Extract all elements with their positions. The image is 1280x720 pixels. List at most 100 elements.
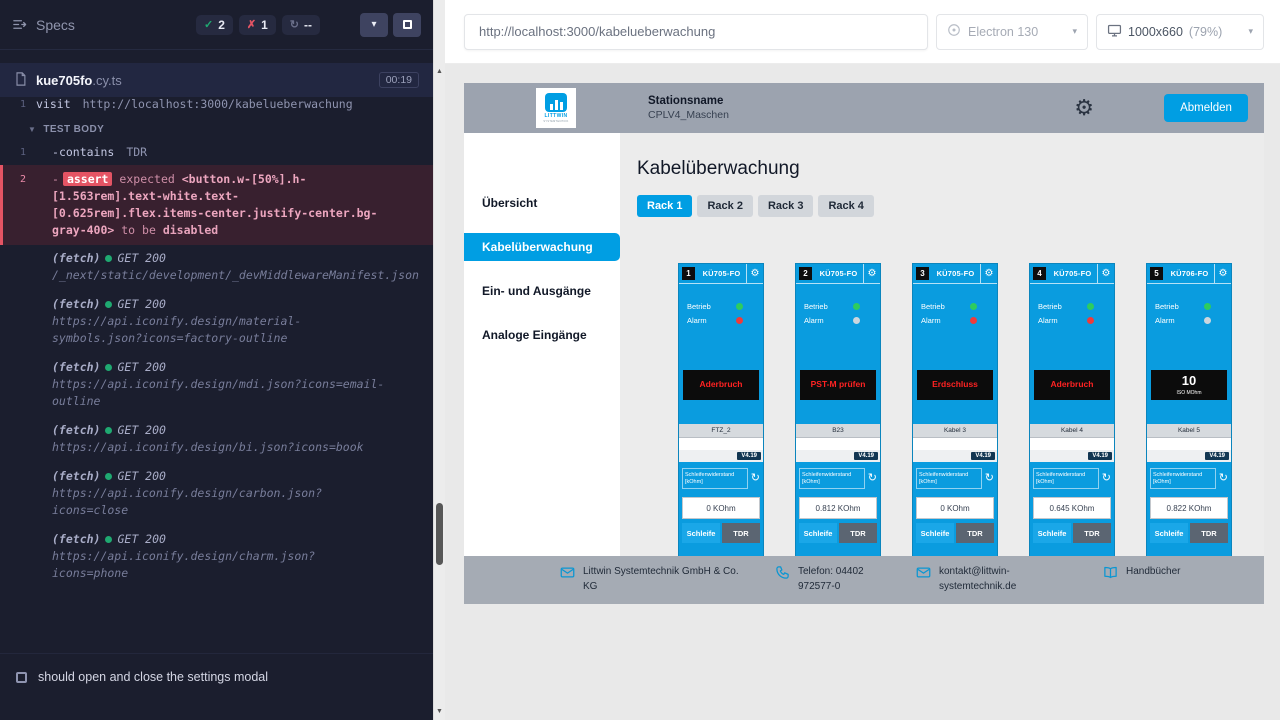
settings-gear-icon[interactable]: ⚙	[1074, 97, 1094, 119]
fetch-log-row[interactable]: (fetch) GET 200 https://api.iconify.desi…	[0, 528, 433, 591]
refresh-icon[interactable]: ↻	[1219, 473, 1228, 484]
cable-input[interactable]	[913, 437, 997, 450]
status-text: Aderbruch	[700, 380, 743, 389]
url-input[interactable]: http://localhost:3000/kabelueberwachung	[464, 14, 928, 50]
specs-button[interactable]: Specs	[12, 17, 75, 33]
footer-text: kontakt@littwin-systemtechnik.de	[939, 564, 1033, 594]
assert-badge: assert	[63, 172, 113, 186]
betrieb-led	[1087, 303, 1094, 310]
stop-tests-button[interactable]	[393, 13, 421, 37]
tdr-button[interactable]: TDR	[1190, 523, 1228, 543]
rack-tabs: Rack 1Rack 2 Rack 3Rack 4	[637, 195, 1264, 217]
sidebar-item[interactable]: Übersicht	[464, 189, 620, 217]
fetch-log-row[interactable]: (fetch) GET 200 /_next/static/developmen…	[0, 247, 433, 293]
alarm-led	[736, 317, 743, 324]
schleife-button[interactable]: Schleife	[1033, 523, 1071, 543]
logout-button[interactable]: Abmelden	[1164, 94, 1248, 122]
schleife-button[interactable]: Schleife	[916, 523, 954, 543]
tdr-button[interactable]: TDR	[722, 523, 760, 543]
browser-label: Electron 130	[968, 25, 1038, 39]
fetch-status: GET 200	[117, 468, 165, 485]
scrollbar-thumb[interactable]	[436, 503, 443, 565]
test-body-section[interactable]: ▼ TEST BODY	[0, 115, 433, 142]
rack-tab[interactable]: Rack 2	[697, 195, 752, 217]
card-gear-icon[interactable]: ⚙	[863, 264, 880, 283]
dash-indicator	[52, 172, 63, 186]
mail-icon	[916, 565, 931, 580]
rack-tab[interactable]: Rack 3	[758, 195, 813, 217]
schleife-button[interactable]: Schleife	[1150, 523, 1188, 543]
tdr-button[interactable]: TDR	[1073, 523, 1111, 543]
scroll-up-arrow[interactable]: ▲	[434, 68, 445, 75]
card-gear-icon[interactable]: ⚙	[980, 264, 997, 283]
next-test-row[interactable]: should open and close the settings modal	[0, 653, 433, 720]
card-gear-icon[interactable]: ⚙	[1214, 264, 1231, 283]
sidebar-item[interactable]: Ein- und Ausgänge	[464, 277, 620, 305]
alarm-led	[853, 317, 860, 324]
status-text: PST-M prüfen	[811, 380, 866, 389]
station-name: CPLV4_Maschen	[648, 109, 729, 121]
refresh-icon[interactable]: ↻	[1102, 473, 1111, 484]
station-label: Stationsname	[648, 95, 729, 107]
status-box: Aderbruch	[683, 370, 759, 400]
resistance-value: 0 KOhm	[682, 497, 760, 519]
spec-file-header[interactable]: kue705fo.cy.ts 00:19	[0, 63, 433, 97]
rack-tab[interactable]: Rack 4	[818, 195, 873, 217]
command-visit[interactable]: 1 visithttp://localhost:3000/kabelueberw…	[0, 97, 433, 115]
schleife-button[interactable]: Schleife	[682, 523, 720, 543]
fetch-label: (fetch)	[52, 468, 100, 485]
refresh-icon[interactable]: ↻	[751, 473, 760, 484]
station-info: Stationsname CPLV4_Maschen	[648, 95, 729, 121]
device-model: KÜ706-FO	[1165, 264, 1214, 283]
status-box: Aderbruch	[1034, 370, 1110, 400]
fetch-url: https://api.iconify.design/material-symb…	[52, 313, 387, 347]
browser-select[interactable]: Electron 130 ▾	[936, 14, 1088, 50]
schleife-button[interactable]: Schleife	[799, 523, 837, 543]
slot-number: 1	[682, 267, 695, 280]
fetch-status: GET 200	[117, 359, 165, 376]
reporter-scrollbar[interactable]: ▲ ▼	[433, 0, 445, 720]
command-assert-failed[interactable]: 2 assert expected <button.w-[50%].h-[1.5…	[0, 165, 433, 245]
cable-name: B23	[796, 424, 880, 437]
cable-input[interactable]	[1030, 437, 1114, 450]
phone-icon	[775, 565, 790, 580]
assert-to-be: to be	[121, 223, 156, 237]
cable-input[interactable]	[796, 437, 880, 450]
status-box: PST-M prüfen	[800, 370, 876, 400]
cable-name: FTZ_2	[679, 424, 763, 437]
firmware-version-badge: V4.19	[971, 452, 995, 460]
viewport-size-select[interactable]: 1000x660 (79%) ▾	[1096, 14, 1264, 50]
footer-item: Telefon: 04402 972577-0	[775, 564, 882, 594]
scroll-down-arrow[interactable]: ▼	[434, 708, 445, 715]
betrieb-led	[853, 303, 860, 310]
collapse-tests-button[interactable]: ▾	[360, 13, 388, 37]
card-gear-icon[interactable]: ⚙	[1097, 264, 1114, 283]
refresh-icon[interactable]: ↻	[868, 473, 877, 484]
fetch-log-row[interactable]: (fetch) GET 200 https://api.iconify.desi…	[0, 419, 433, 465]
footer-item[interactable]: Handbücher	[1103, 564, 1180, 580]
betrieb-label: Betrieb	[1155, 302, 1179, 311]
fetch-log-row[interactable]: (fetch) GET 200 https://api.iconify.desi…	[0, 293, 433, 356]
fetch-label: (fetch)	[52, 250, 100, 267]
sidebar-item[interactable]: Kabelüberwachung	[464, 233, 620, 261]
sidebar-item[interactable]: Analoge Eingänge	[464, 321, 620, 349]
command-contains[interactable]: 1 containsTDR	[0, 142, 433, 163]
status-dot-icon	[105, 473, 112, 480]
betrieb-led	[1204, 303, 1211, 310]
cable-input[interactable]	[1147, 437, 1231, 450]
fetch-log-row[interactable]: (fetch) GET 200 https://api.iconify.desi…	[0, 465, 433, 528]
status-dot-icon	[105, 255, 112, 262]
chevron-down-icon: ▾	[1072, 26, 1077, 37]
cable-name: Kabel 4	[1030, 424, 1114, 437]
tdr-button[interactable]: TDR	[956, 523, 994, 543]
rack-tab[interactable]: Rack 1	[637, 195, 692, 217]
firmware-version-badge: V4.19	[854, 452, 878, 460]
cable-input[interactable]	[679, 437, 763, 450]
check-icon: ✓	[204, 18, 213, 31]
card-gear-icon[interactable]: ⚙	[746, 264, 763, 283]
refresh-icon[interactable]: ↻	[985, 473, 994, 484]
fetch-log-row[interactable]: (fetch) GET 200 https://api.iconify.desi…	[0, 356, 433, 419]
command-number: 2	[3, 171, 36, 239]
specs-label: Specs	[36, 17, 75, 33]
tdr-button[interactable]: TDR	[839, 523, 877, 543]
